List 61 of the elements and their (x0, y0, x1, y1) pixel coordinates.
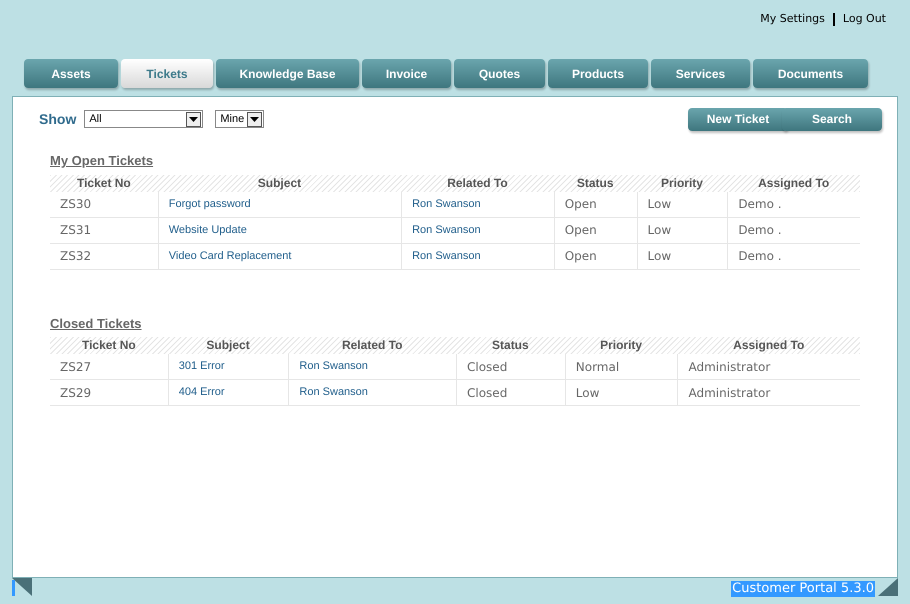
table-cell-text: Closed (467, 358, 508, 376)
table-cell-text: Normal (576, 358, 620, 376)
column-header: Assigned To (757, 174, 830, 192)
table-link[interactable]: 404 Error (178, 384, 225, 401)
corner-icon (878, 578, 898, 596)
table-cell-text: Low (576, 384, 600, 402)
scope-select[interactable]: All (84, 110, 204, 128)
table-link[interactable]: 301 Error (178, 358, 225, 375)
table-link[interactable]: Ron Swanson (412, 248, 481, 264)
table-link[interactable]: Ron Swanson (412, 196, 481, 212)
table-cell-text: Closed (467, 384, 508, 402)
table-cell-text: ZS32 (60, 248, 92, 265)
column-header: Subject (256, 174, 302, 192)
nav-tab[interactable]: Invoice (362, 59, 451, 88)
nav-tab[interactable]: Tickets (121, 59, 213, 88)
section-title: My Open Tickets (50, 152, 154, 170)
table-link[interactable]: Ron Swanson (412, 222, 481, 238)
column-header: Priority (599, 337, 644, 354)
table-cell-text: Open (564, 248, 597, 265)
table-cell-text: Low (648, 248, 672, 265)
header-link[interactable]: Log Out (842, 10, 886, 28)
corner-icon (12, 578, 32, 596)
column-header: Status (576, 174, 614, 192)
table-cell-text: Open (564, 196, 597, 213)
table-cell-text: Administrator (688, 384, 770, 402)
column-header: Ticket No (76, 174, 132, 192)
table-link[interactable]: Website Update (168, 222, 247, 238)
show-label: Show (39, 110, 76, 128)
table-cell-text: Demo . (738, 248, 782, 265)
table-cell-text: ZS30 (60, 196, 92, 213)
table-cell-text: Demo . (738, 196, 782, 213)
action-button[interactable]: Search (782, 108, 882, 130)
owner-select[interactable]: Mine (215, 110, 264, 128)
table-link[interactable]: Forgot password (168, 196, 251, 212)
table-link[interactable]: Ron Swanson (299, 358, 368, 375)
version-label: Customer Portal 5.3.0 (731, 581, 875, 597)
nav-tab[interactable]: Documents (753, 59, 868, 88)
table-cell-text: Demo . (738, 222, 782, 239)
table-link[interactable]: Ron Swanson (299, 384, 368, 401)
table-cell-text: ZS29 (60, 384, 92, 402)
table-cell-text: Low (648, 222, 672, 239)
column-header: Related To (340, 337, 404, 354)
table-cell-text: Low (648, 196, 672, 213)
column-header: Status (491, 337, 530, 354)
table-link[interactable]: Video Card Replacement (168, 248, 292, 264)
nav-tab[interactable]: Knowledge Base (216, 59, 359, 88)
table-cell-text: Open (564, 222, 597, 239)
column-header: Ticket No (80, 337, 137, 354)
nav-tab[interactable]: Products (548, 59, 648, 88)
nav-tab[interactable]: Assets (24, 59, 118, 88)
table-cell-text: ZS31 (60, 222, 92, 239)
header-link[interactable]: My Settings (760, 10, 825, 28)
nav-tab[interactable]: Quotes (454, 59, 545, 88)
table-cell-text: ZS27 (60, 358, 92, 376)
column-header: Priority (660, 174, 704, 192)
column-header: Related To (446, 174, 509, 192)
nav-tab[interactable]: Services (651, 59, 750, 88)
column-header: Subject (205, 337, 251, 354)
table-cell-text: Administrator (688, 358, 770, 376)
section-title: Closed Tickets (50, 314, 142, 332)
column-header: Assigned To (732, 337, 806, 354)
